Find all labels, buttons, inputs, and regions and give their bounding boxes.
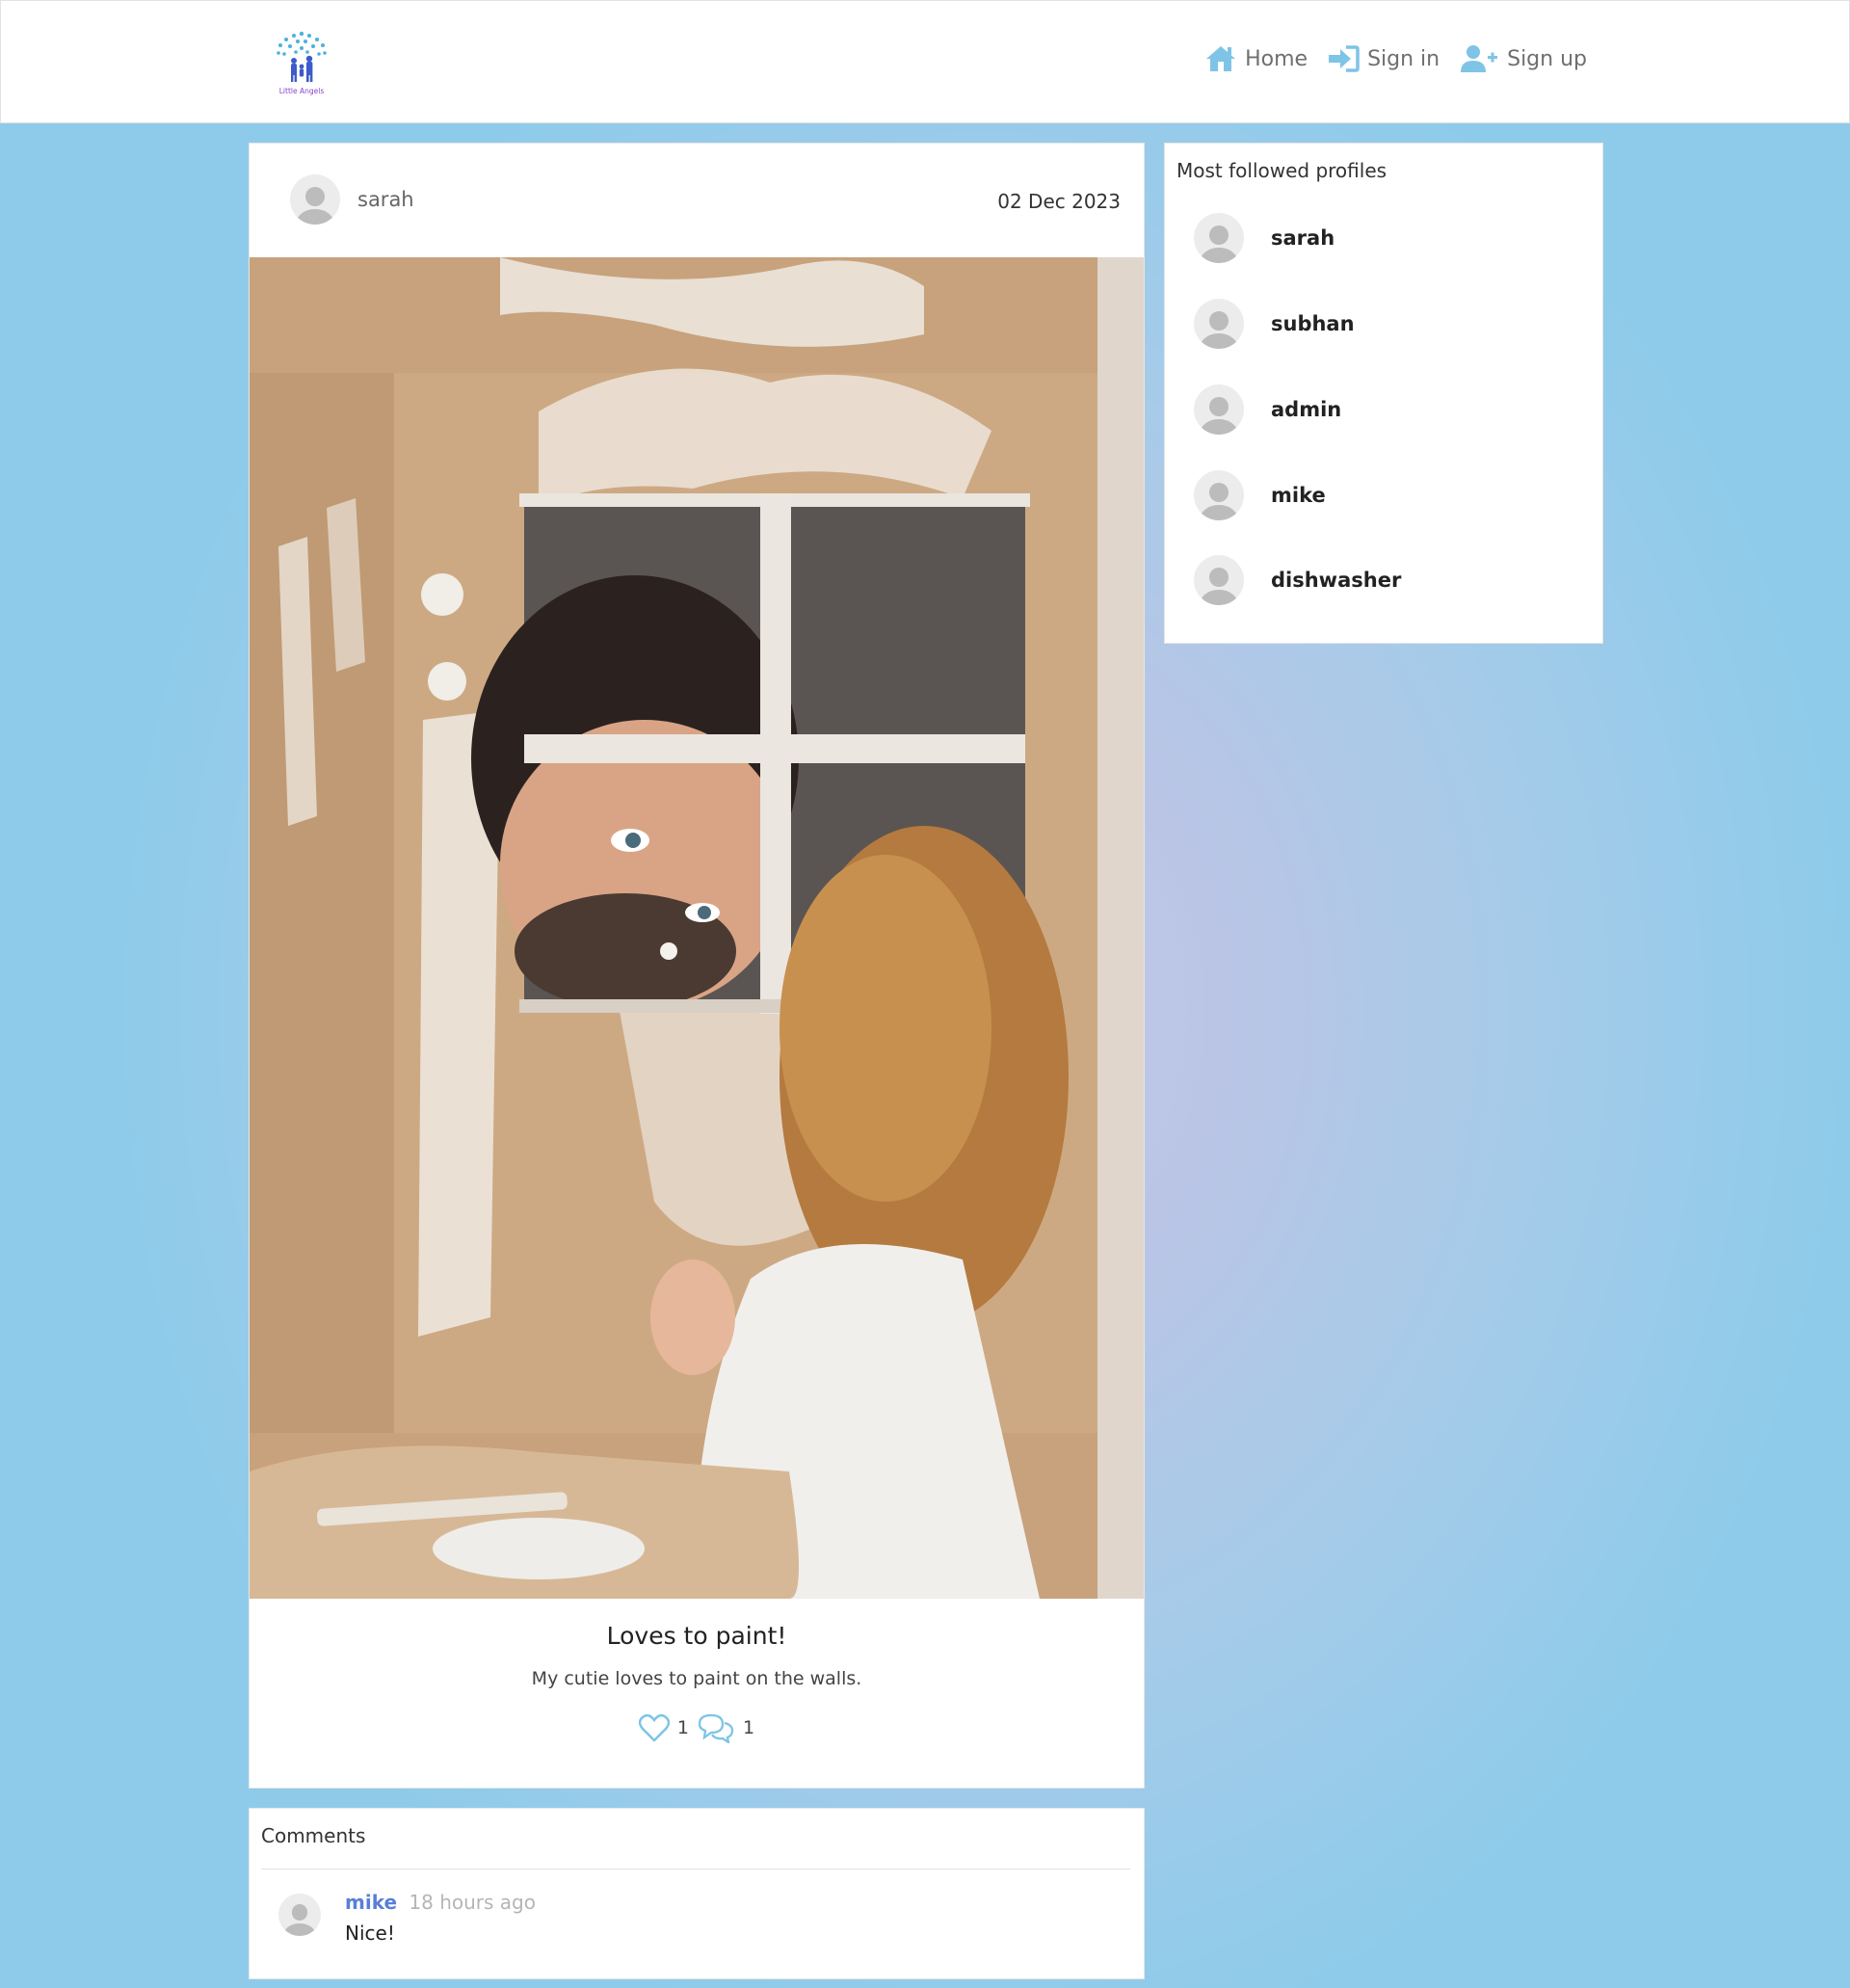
- comment-time: 18 hours ago: [409, 1891, 536, 1914]
- comment-meta: mike 18 hours ago: [345, 1891, 536, 1914]
- profile-item[interactable]: dishwasher: [1194, 555, 1401, 605]
- nav-sign-up-label: Sign up: [1507, 46, 1587, 71]
- like-count: 1: [676, 1717, 689, 1738]
- profile-item[interactable]: mike: [1194, 470, 1326, 520]
- post-author: sarah: [357, 188, 414, 211]
- post-title: Loves to paint!: [606, 1622, 787, 1650]
- profile-name: subhan: [1271, 312, 1355, 335]
- heart-icon: [638, 1713, 670, 1742]
- comments-count: 1: [743, 1717, 755, 1738]
- nav-sign-in[interactable]: Sign in: [1327, 44, 1440, 73]
- post-author-link[interactable]: sarah: [290, 174, 414, 225]
- comments-link[interactable]: 1: [697, 1712, 754, 1743]
- avatar: [290, 174, 340, 225]
- most-followed-profiles: Most followed profiles sarah subhan admi…: [1164, 143, 1603, 644]
- svg-text:Little Angels: Little Angels: [279, 87, 325, 95]
- nav-sign-in-label: Sign in: [1367, 46, 1440, 71]
- post-photo-illustration: [250, 257, 1144, 1599]
- sign-in-icon: [1329, 45, 1360, 72]
- nav-home-label: Home: [1245, 46, 1308, 71]
- profile-name: sarah: [1271, 226, 1335, 250]
- home-icon: [1206, 46, 1236, 71]
- comment-text: Nice!: [345, 1922, 395, 1945]
- avatar: [1194, 470, 1244, 520]
- comments-icon: [698, 1713, 734, 1743]
- profile-item[interactable]: subhan: [1194, 299, 1355, 349]
- top-navbar: Little Angels Home Sign in Sign up: [0, 0, 1850, 123]
- post-stats: 1 1: [250, 1712, 1144, 1743]
- profile-name: dishwasher: [1271, 569, 1402, 592]
- nav-sign-up[interactable]: Sign up: [1459, 43, 1587, 74]
- user-plus-icon: [1461, 45, 1498, 72]
- main-nav: Home Sign in Sign up: [1204, 43, 1587, 74]
- brand-logo[interactable]: Little Angels: [271, 28, 332, 97]
- comments-card: Comments mike 18 hours ago Nice!: [249, 1808, 1145, 1979]
- profile-item[interactable]: sarah: [1194, 213, 1335, 263]
- post-date: 02 Dec 2023: [997, 190, 1121, 213]
- post-card: sarah 02 Dec 2023 Loves to paint! My cut…: [249, 143, 1145, 1789]
- avatar: [1194, 299, 1244, 349]
- post-text: My cutie loves to paint on the walls.: [531, 1668, 862, 1689]
- sidebar-title: Most followed profiles: [1176, 159, 1388, 182]
- avatar: [1194, 555, 1244, 605]
- logo-icon: Little Angels: [277, 31, 327, 95]
- avatar: [1194, 213, 1244, 263]
- like-button[interactable]: 1: [638, 1713, 689, 1742]
- comments-title: Comments: [261, 1824, 366, 1847]
- profile-name: mike: [1271, 484, 1326, 507]
- comment-avatar[interactable]: [278, 1894, 321, 1936]
- post-image[interactable]: [250, 257, 1144, 1599]
- nav-home[interactable]: Home: [1204, 44, 1308, 73]
- profile-item[interactable]: admin: [1194, 384, 1341, 435]
- avatar: [1194, 384, 1244, 435]
- comment-user[interactable]: mike: [345, 1891, 397, 1914]
- profile-name: admin: [1271, 398, 1342, 421]
